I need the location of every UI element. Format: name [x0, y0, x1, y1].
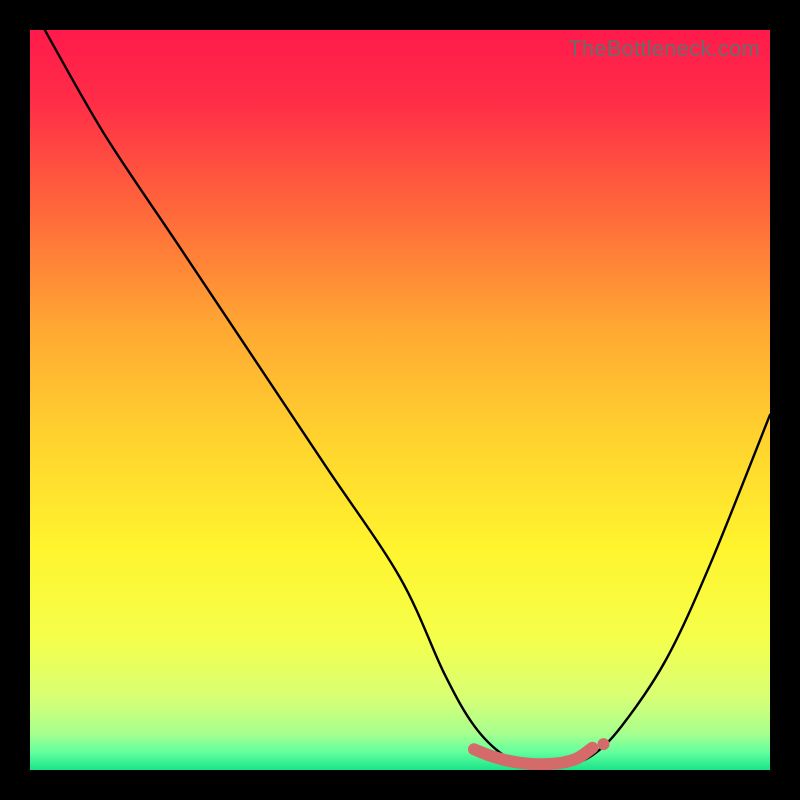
attribution-text: TheBottleneck.com — [568, 36, 760, 62]
curve-layer — [30, 30, 770, 770]
chart-frame: TheBottleneck.com — [0, 0, 800, 800]
plot-area: TheBottleneck.com — [30, 30, 770, 770]
bottleneck-curve — [45, 30, 770, 768]
valley-band — [474, 748, 592, 764]
valley-end-dot — [598, 738, 610, 750]
